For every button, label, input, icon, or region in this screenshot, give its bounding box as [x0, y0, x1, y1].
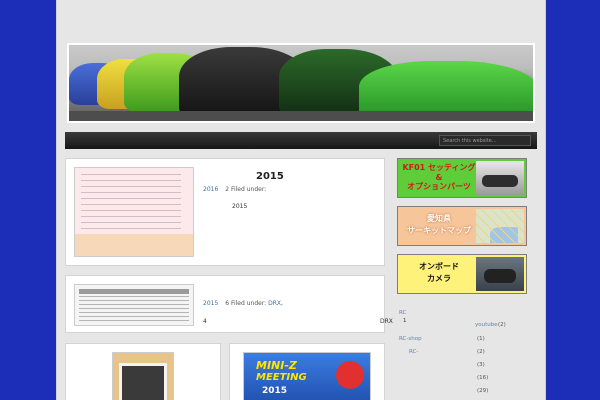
banner-ground — [69, 111, 533, 121]
sidebar-row-2-label[interactable]: RC-shop — [399, 336, 422, 342]
post-2-date-link[interactable]: 2015 — [203, 300, 218, 307]
poster-title-2: MEETING — [256, 372, 307, 383]
post-2-count: 4 — [203, 318, 207, 325]
banner-circuit-line2: サーキットマップ — [407, 226, 471, 235]
sidebar-list-header: RC — [399, 310, 407, 316]
post-3-thumbnail[interactable] — [112, 352, 174, 400]
sidebar-banner-circuit-map[interactable]: 愛知県 サーキットマップ — [397, 206, 527, 246]
post-2-category-separator: , — [281, 300, 283, 307]
banner-kf01-car-image — [476, 161, 524, 195]
sidebar-row-3-label[interactable]: RC- — [409, 349, 418, 355]
banner-camera-image — [476, 257, 524, 291]
sidebar-row-5-count: (16) — [477, 375, 489, 381]
post-2-tag: DRX — [380, 318, 393, 325]
sidebar-row-3-count: (2) — [477, 349, 485, 355]
kf01-car-body — [482, 175, 518, 187]
navigation-bar — [65, 132, 537, 149]
banner-circuit-text: 愛知県 サーキットマップ — [402, 213, 476, 237]
sidebar-row-1-label[interactable]: 1 — [403, 318, 407, 324]
banner-kf01-line3: オプションパーツ — [407, 182, 471, 191]
post-card-3 — [65, 343, 221, 400]
post-2-meta: 2015 6 Filed under: DRX, — [203, 300, 283, 307]
poster-title-1: MINI-Z — [256, 359, 297, 372]
thumb-doc-footer — [75, 234, 193, 256]
post-card-1: 2015 2016 2 Filed under: 2015 — [65, 158, 385, 266]
sidebar-row-4-count: (3) — [477, 362, 485, 368]
post-1-comment-count: 2 — [225, 186, 230, 193]
post-1-body: 2015 — [232, 203, 248, 210]
poster-year: 2015 — [262, 386, 288, 396]
banner-kf01-line2: & — [435, 173, 443, 182]
banner-kf01-text: KF01 セッティング & オプションパーツ — [402, 162, 476, 193]
page-container: 2015 2016 2 Filed under: 2015 2015 6 Fil… — [56, 0, 546, 400]
banner-camera-line2: カメラ — [427, 274, 451, 283]
sidebar-row-1-count: (2) — [498, 322, 506, 328]
post-2-comment-count: 6 — [225, 300, 230, 307]
thumb-doc-lines — [81, 174, 181, 234]
thumb-track-mat — [119, 363, 167, 400]
post-2-filed-under: Filed under: — [230, 300, 267, 307]
search-input[interactable] — [439, 135, 531, 146]
map-roads — [476, 209, 524, 243]
banner-circuit-map-image — [476, 209, 524, 243]
post-card-4: MINI-Z MEETING 2015 — [229, 343, 385, 400]
sidebar-row-1-link[interactable]: youtube — [475, 322, 498, 328]
post-2-category-link[interactable]: DRX — [268, 300, 281, 307]
camera-car-shape — [484, 269, 516, 283]
post-4-thumbnail[interactable]: MINI-Z MEETING 2015 — [243, 352, 371, 400]
post-1-date-link[interactable]: 2016 — [203, 186, 218, 193]
post-1-thumbnail[interactable] — [74, 167, 194, 257]
sidebar-banner-kf01[interactable]: KF01 セッティング & オプションパーツ — [397, 158, 527, 198]
thumb-table-header — [79, 289, 189, 294]
post-2-thumbnail[interactable] — [74, 284, 194, 326]
banner-camera-line1: オンボード — [419, 262, 459, 271]
banner-camera-text: オンボード カメラ — [402, 261, 476, 285]
post-1-filed-under: Filed under: — [230, 186, 267, 193]
header-banner-image[interactable] — [67, 43, 535, 123]
post-card-2: 2015 6 Filed under: DRX, 4 DRX — [65, 275, 393, 333]
sidebar-row-2-count: (1) — [477, 336, 485, 342]
banner-circuit-line1: 愛知県 — [427, 214, 451, 223]
poster-red-burst — [336, 361, 364, 389]
post-1-title[interactable]: 2015 — [256, 171, 284, 182]
thumb-table-rows — [79, 296, 189, 322]
sidebar-banner-onboard-camera[interactable]: オンボード カメラ — [397, 254, 527, 294]
sidebar-row-6-count: (29) — [477, 388, 489, 394]
post-1-meta: 2016 2 Filed under: — [203, 186, 266, 193]
